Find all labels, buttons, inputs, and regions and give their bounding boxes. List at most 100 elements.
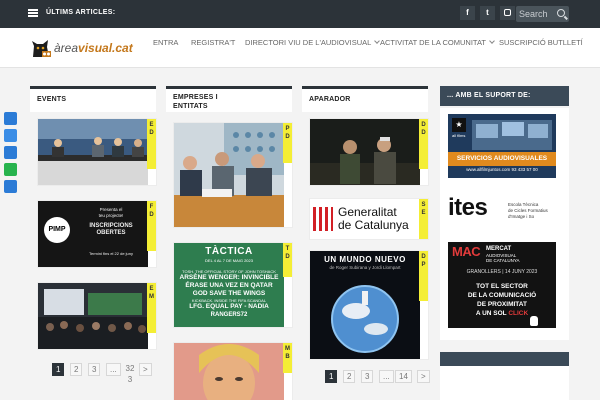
nav-activitat[interactable]: ACTIVITAT DE LA COMUNITAT bbox=[380, 38, 495, 47]
senyera-icon bbox=[313, 207, 333, 231]
nav-subscripcio[interactable]: SUSCRIPCIÓ BUTLLETÍ bbox=[499, 38, 583, 47]
poster-film-2: ARSÈNE WENGER: INVINCIBLE bbox=[179, 274, 279, 281]
latest-articles-label: ÚLTIMS ARTICLES: bbox=[46, 9, 116, 16]
signing-photo bbox=[174, 123, 284, 227]
poster-headline-2: OBERTES bbox=[96, 230, 126, 236]
mac-mercat: MERCAT bbox=[486, 246, 512, 252]
film-still-photo bbox=[310, 119, 420, 185]
showcase-card-3[interactable]: UN MUNDO NUEVO de Roger Subirana y Jordi… bbox=[309, 250, 429, 360]
nav-registrat[interactable]: REGISTRA'T bbox=[191, 38, 235, 47]
menu-icon[interactable] bbox=[28, 9, 38, 17]
events-card-3[interactable]: E M bbox=[37, 282, 157, 350]
nav-entra[interactable]: ENTRA bbox=[153, 38, 178, 47]
companies-card-2[interactable]: TÀCTICA DEL 4 AL 7 DE MAIG 2023 TOSH. TH… bbox=[173, 242, 293, 328]
share-linkedin-icon[interactable] bbox=[4, 146, 17, 159]
poster-line-2: teu projecte! bbox=[98, 213, 124, 218]
companies-card-3[interactable]: M B bbox=[173, 342, 293, 400]
page-button[interactable]: 3 bbox=[361, 370, 374, 383]
showcase-card-1[interactable]: D D bbox=[309, 118, 429, 186]
nav-directori-label: DIRECTORI VIU DE L'AUDIOVISUAL bbox=[245, 38, 372, 47]
companies-card-1[interactable]: P D bbox=[173, 122, 293, 228]
page-button[interactable]: 32 3 bbox=[122, 363, 138, 387]
ites-ad[interactable]: ites Escola Tècnica de Cicles Formatius … bbox=[448, 192, 564, 230]
allfilms-headline: SERVICIOS AUDIOVISUALES bbox=[448, 152, 556, 166]
page-button[interactable]: 1 bbox=[52, 363, 65, 376]
showcase-tag: S E bbox=[419, 199, 428, 239]
cat-logo-icon bbox=[32, 40, 51, 57]
company-tag: M B bbox=[283, 343, 292, 373]
event-photo-panel bbox=[38, 119, 148, 185]
site-header: àreavisual.cat ENTRA REGISTRA'T DIRECTOR… bbox=[0, 28, 600, 68]
company-tag: P D bbox=[283, 123, 292, 163]
allfilms-contact: www.allfilmjuntos.com 93 433 57 00 bbox=[466, 167, 538, 172]
nav-activitat-label: ACTIVITAT DE LA COMUNITAT bbox=[380, 38, 486, 47]
generalitat-logo: Generalitat de Catalunya bbox=[310, 199, 420, 239]
share-email-icon[interactable] bbox=[4, 180, 17, 193]
poster-film-6: LFG. EQUAL PAY - NADIA bbox=[189, 303, 269, 310]
share-facebook-icon[interactable] bbox=[4, 112, 17, 125]
logo-name: visual.cat bbox=[78, 41, 133, 55]
showcase-column: APARADOR bbox=[302, 86, 428, 112]
event-tag: F D bbox=[147, 201, 156, 251]
mac-line-1: TOT EL SECTOR bbox=[476, 283, 528, 290]
company-tag: T D bbox=[283, 243, 292, 277]
star-icon: ★ bbox=[452, 118, 466, 132]
next-page-button[interactable]: > bbox=[139, 363, 152, 376]
search-icon[interactable] bbox=[557, 9, 565, 17]
event-tag: E D bbox=[147, 119, 156, 169]
event-tag: E M bbox=[147, 283, 156, 333]
page-button[interactable]: 3 bbox=[88, 363, 101, 376]
nav-directori[interactable]: DIRECTORI VIU DE L'AUDIOVISUAL bbox=[245, 38, 381, 47]
twitter-icon[interactable]: t bbox=[480, 6, 495, 20]
movie-credit: de Roger Subirana y Jordi Llompart bbox=[329, 265, 401, 270]
events-card-1[interactable]: E D bbox=[37, 118, 157, 186]
showcase-tag: D P bbox=[419, 251, 428, 301]
poster-film-3: ÉRASE UNA VEZ EN QATAR bbox=[185, 282, 273, 289]
page-button[interactable]: 14 bbox=[395, 370, 412, 383]
sponsors-heading: ... AMB EL SUPORT DE: bbox=[440, 86, 569, 106]
mac-catalunya: DE CATALUNYA bbox=[486, 258, 520, 263]
mac-place-date: GRANOLLERS | 14 JUNY 2023 bbox=[466, 269, 538, 275]
events-column: EVENTS bbox=[30, 86, 156, 112]
search-box[interactable] bbox=[516, 6, 569, 22]
poster-film-4: GOD SAVE THE WINGS bbox=[192, 290, 266, 297]
mac-line-2: DE LA COMUNICACIÓ bbox=[467, 292, 537, 299]
sidebar-secondary-heading bbox=[440, 352, 569, 366]
pimp-poster: PIMP Presenta el teu projecte! INSCRIPCI… bbox=[38, 201, 148, 267]
showcase-card-2[interactable]: Generalitat de Catalunya S E bbox=[309, 198, 429, 240]
generalitat-line-2: de Catalunya bbox=[338, 218, 409, 232]
mac-line-4: A UN SOL bbox=[475, 310, 509, 317]
page-ellipsis: ... bbox=[379, 370, 394, 383]
page-button[interactable]: 1 bbox=[325, 370, 338, 383]
page-button[interactable]: 2 bbox=[70, 363, 83, 376]
search-input[interactable] bbox=[519, 7, 557, 21]
logo-prefix: àrea bbox=[54, 41, 79, 55]
facebook-icon[interactable]: f bbox=[460, 6, 475, 20]
allfilms-brand: all films bbox=[452, 133, 466, 138]
poster-headline-1: INSCRIPCIONS bbox=[89, 223, 133, 229]
companies-heading-line-2: ENTITATS bbox=[173, 103, 208, 110]
share-twitter-icon[interactable] bbox=[4, 129, 17, 142]
allfilms-ad[interactable]: ★ all films SERVICIOS AUDIOVISUALES www.… bbox=[448, 114, 556, 178]
events-card-2[interactable]: PIMP Presenta el teu projecte! INSCRIPCI… bbox=[37, 200, 157, 268]
mac-line-3: DE PROXIMITAT bbox=[477, 301, 527, 308]
next-page-button[interactable]: > bbox=[417, 370, 430, 383]
ites-line-3: d'Imatge i So bbox=[508, 214, 535, 219]
conference-photo bbox=[38, 283, 148, 349]
tactica-poster: TÀCTICA DEL 4 AL 7 DE MAIG 2023 TOSH. TH… bbox=[174, 243, 284, 327]
movie-title: UN MUNDO NUEVO bbox=[324, 255, 406, 264]
instagram-icon[interactable] bbox=[500, 6, 515, 20]
chevron-down-icon bbox=[489, 38, 495, 44]
poster-film-7: RANGERS72 bbox=[210, 312, 248, 318]
showcase-heading: APARADOR bbox=[302, 86, 428, 112]
share-whatsapp-icon[interactable] bbox=[4, 163, 17, 176]
mac-ad[interactable]: MAC MERCAT AUDIOVISUAL DE CATALUNYA GRAN… bbox=[448, 242, 556, 328]
logo-text: àreavisual.cat bbox=[54, 41, 133, 55]
page-ellipsis: ... bbox=[106, 363, 121, 376]
top-bar: ÚLTIMS ARTICLES: f t bbox=[0, 0, 600, 28]
poster-title: TÀCTICA bbox=[205, 246, 253, 257]
page-button[interactable]: 2 bbox=[343, 370, 356, 383]
portrait-photo bbox=[174, 343, 284, 400]
companies-heading-line-1: EMPRESES I bbox=[173, 94, 218, 101]
mac-click: CLICK bbox=[508, 310, 529, 317]
